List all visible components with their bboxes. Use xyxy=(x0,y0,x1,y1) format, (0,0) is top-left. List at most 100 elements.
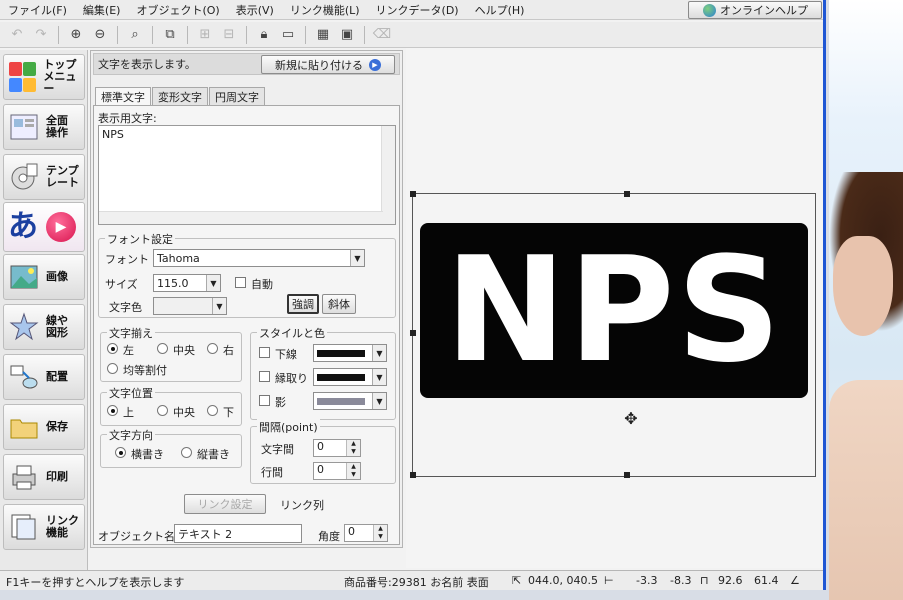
design-canvas[interactable]: NPS ✥ xyxy=(406,48,823,568)
status-height: 61.4 xyxy=(754,574,779,587)
size-select[interactable]: 115.0 ▼ xyxy=(153,274,221,292)
italic-button[interactable]: 斜体 xyxy=(322,294,356,314)
menu-link[interactable]: リンク機能(L) xyxy=(282,2,368,18)
align-left-label: 左 xyxy=(123,344,134,357)
redo-icon[interactable]: ↷ xyxy=(30,25,52,45)
sidebar-item-save[interactable]: 保存 xyxy=(3,404,85,450)
globe-icon xyxy=(703,3,716,17)
text-properties-panel: 文字を表示します。 新規に貼り付ける ▶ 標準文字 変形文字 円周文字 表示用文… xyxy=(90,50,403,548)
menu-file[interactable]: ファイル(F) xyxy=(0,2,75,18)
resize-handle[interactable] xyxy=(410,472,416,478)
tab-circle-text[interactable]: 円周文字 xyxy=(209,87,265,105)
unlock-icon[interactable]: ▭ xyxy=(277,25,299,45)
outline-color-select[interactable]: ▼ xyxy=(313,368,387,386)
spinner-icon[interactable]: ▲ ▼ xyxy=(373,525,387,541)
toolbar-separator xyxy=(246,25,247,44)
align-justify-radio[interactable] xyxy=(107,363,118,374)
resize-handle[interactable] xyxy=(624,472,630,478)
play-icon: ▶ xyxy=(46,212,76,242)
tab-standard-text[interactable]: 標準文字 xyxy=(95,87,151,105)
clear-icon[interactable]: ⌫ xyxy=(371,25,393,45)
align-right-radio[interactable] xyxy=(207,343,218,354)
link-settings-button[interactable]: リンク設定 xyxy=(184,494,266,514)
dir-horizontal-radio[interactable] xyxy=(115,447,126,458)
align-icon[interactable]: ⊞ xyxy=(194,25,216,45)
distribute-icon[interactable]: ⊟ xyxy=(218,25,240,45)
display-text-label: 表示用文字: xyxy=(98,112,157,125)
tab-transform-text[interactable]: 変形文字 xyxy=(152,87,208,105)
menu-help[interactable]: ヘルプ(H) xyxy=(467,2,533,18)
sidebar-label: 印刷 xyxy=(46,470,68,483)
offset-icon: ⊢ xyxy=(604,574,614,587)
snap-icon[interactable]: ▣ xyxy=(336,25,358,45)
auto-checkbox[interactable] xyxy=(235,277,246,288)
align-left-radio[interactable] xyxy=(107,343,118,354)
group-icon[interactable]: ⧉ xyxy=(159,25,181,45)
outline-checkbox[interactable] xyxy=(259,371,270,382)
sidebar-item-print[interactable]: 印刷 xyxy=(3,454,85,500)
text-tool-glyph: あ xyxy=(8,209,38,244)
undo-icon[interactable]: ↶ xyxy=(6,25,28,45)
sidebar-item-all-ops[interactable]: 全面 操作 xyxy=(3,104,85,150)
line-spacing-input[interactable]: 0 ▲ ▼ xyxy=(313,462,361,480)
char-spacing-input[interactable]: 0 ▲ ▼ xyxy=(313,439,361,457)
pos-top-radio[interactable] xyxy=(107,405,118,416)
align-center-radio[interactable] xyxy=(157,343,168,354)
sidebar-item-text[interactable]: あ ▶ xyxy=(3,202,85,252)
sidebar-label: 保存 xyxy=(46,420,68,433)
menu-object[interactable]: オブジェクト(O) xyxy=(128,2,227,18)
zoom-out-icon[interactable]: ⊖ xyxy=(89,25,111,45)
vertical-scrollbar[interactable] xyxy=(381,126,395,224)
pos-bottom-radio[interactable] xyxy=(207,405,218,416)
bold-button[interactable]: 強調 xyxy=(287,294,319,314)
shadow-color-select[interactable]: ▼ xyxy=(313,392,387,410)
sidebar-label: 機能 xyxy=(46,526,68,539)
layout-icon xyxy=(7,109,41,145)
menu-edit[interactable]: 編集(E) xyxy=(75,2,129,18)
menu-link-data[interactable]: リンクデータ(D) xyxy=(368,2,467,18)
font-select[interactable]: Tahoma ▼ xyxy=(153,249,365,267)
shadow-checkbox[interactable] xyxy=(259,395,270,406)
text-object[interactable]: NPS xyxy=(420,223,808,398)
text-color-select[interactable]: ▼ xyxy=(153,297,227,315)
object-name-input[interactable]: テキスト 2 xyxy=(174,524,302,543)
resize-handle[interactable] xyxy=(410,330,416,336)
char-spacing-value: 0 xyxy=(317,440,324,453)
horizontal-scrollbar[interactable] xyxy=(99,211,383,224)
sidebar-item-image[interactable]: 画像 xyxy=(3,254,85,300)
spinner-icon[interactable]: ▲ ▼ xyxy=(346,463,360,479)
sidebar-item-template[interactable]: テンプ レート xyxy=(3,154,85,200)
menu-view[interactable]: 表示(V) xyxy=(228,2,282,18)
toolbar-separator xyxy=(305,25,306,44)
pos-middle-radio[interactable] xyxy=(157,405,168,416)
dir-horizontal-label: 横書き xyxy=(131,448,164,461)
toolbar-separator xyxy=(152,25,153,44)
display-text-input[interactable]: NPS xyxy=(98,125,396,225)
underline-color-select[interactable]: ▼ xyxy=(313,344,387,362)
chevron-down-icon: ▼ xyxy=(206,275,220,291)
sidebar-item-home[interactable]: トップ メニュー xyxy=(3,54,85,100)
online-help-button[interactable]: オンラインヘルプ xyxy=(688,1,822,19)
desktop-background-photo xyxy=(829,0,903,600)
sidebar-item-shapes[interactable]: 線や 図形 xyxy=(3,304,85,350)
paste-new-button[interactable]: 新規に貼り付ける ▶ xyxy=(261,55,395,74)
underline-checkbox[interactable] xyxy=(259,347,270,358)
resize-handle[interactable] xyxy=(624,191,630,197)
color-swatch xyxy=(317,373,365,381)
angle-input[interactable]: 0 ▲ ▼ xyxy=(344,524,388,542)
lock-icon[interactable]: 🔒︎ xyxy=(253,25,275,45)
zoom-in-icon[interactable]: ⊕ xyxy=(65,25,87,45)
grid-icon[interactable]: ▦ xyxy=(312,25,334,45)
zoom-fit-icon[interactable]: ⌕ xyxy=(124,25,146,45)
sidebar-item-layout[interactable]: 配置 xyxy=(3,354,85,400)
dir-vertical-radio[interactable] xyxy=(181,447,192,458)
spinner-icon[interactable]: ▲ ▼ xyxy=(346,440,360,456)
online-help-label: オンラインヘルプ xyxy=(720,4,808,17)
sidebar: トップ メニュー 全面 操作 テンプ レート あ ▶ 画像 線や 図形 配置 保存 xyxy=(0,50,88,570)
link-column-label: リンク列 xyxy=(280,499,324,512)
sidebar-item-link[interactable]: リンク 機能 xyxy=(3,504,85,550)
align-center-label: 中央 xyxy=(173,344,195,357)
object-name-value: テキスト 2 xyxy=(178,527,233,541)
resize-handle[interactable] xyxy=(410,191,416,197)
display-text-value: NPS xyxy=(102,128,124,141)
